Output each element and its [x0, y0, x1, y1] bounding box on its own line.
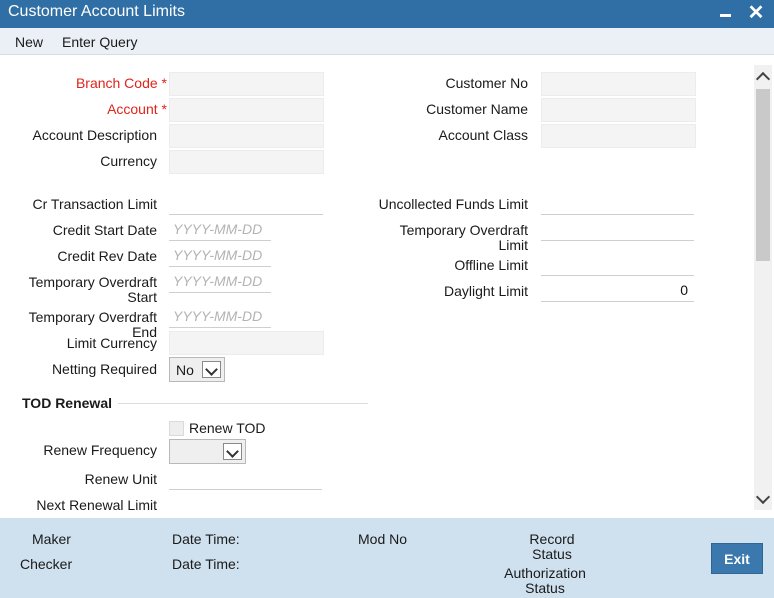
credit-start-date-label: Credit Start Date	[52, 222, 157, 238]
netting-required-value: No	[176, 362, 194, 378]
renew-unit-label: Renew Unit	[84, 471, 157, 487]
currency-field[interactable]	[169, 150, 324, 174]
scrollbar-thumb[interactable]	[756, 89, 770, 261]
credit-rev-date-input[interactable]: YYYY-MM-DD	[169, 243, 271, 267]
uncollected-funds-limit-label: Uncollected Funds Limit	[378, 196, 528, 212]
renew-frequency-select[interactable]	[169, 439, 246, 464]
close-icon[interactable]: ✕	[746, 3, 766, 23]
toolbar: New Enter Query	[0, 28, 774, 55]
chevron-down-icon	[202, 361, 221, 378]
chevron-down-icon	[223, 443, 242, 460]
branch-code-field[interactable]	[169, 72, 324, 96]
mod-no-label: Mod No	[358, 531, 408, 547]
credit-rev-date-label: Credit Rev Date	[57, 248, 157, 264]
window-title: Customer Account Limits	[8, 3, 185, 20]
maker-label: Maker	[32, 531, 71, 547]
currency-label: Currency	[100, 153, 157, 169]
offline-limit-label: Offline Limit	[454, 257, 528, 273]
account-class-field[interactable]	[541, 124, 696, 148]
daylight-limit-input[interactable]: 0	[541, 278, 694, 302]
vertical-scrollbar[interactable]	[754, 65, 772, 510]
account-class-label: Account Class	[438, 127, 528, 143]
form-content: Branch Code * Account * Account Descript…	[0, 55, 774, 518]
scroll-up-icon[interactable]	[754, 67, 772, 85]
enter-query-button[interactable]: Enter Query	[62, 34, 137, 50]
uncollected-funds-limit-input[interactable]	[541, 191, 694, 215]
new-button[interactable]: New	[15, 34, 43, 50]
credit-start-date-input[interactable]: YYYY-MM-DD	[169, 217, 271, 241]
scroll-down-icon[interactable]	[754, 490, 772, 508]
account-description-field[interactable]	[169, 124, 324, 148]
temporary-overdraft-limit-input[interactable]	[541, 217, 694, 241]
title-bar: Customer Account Limits ✕	[0, 0, 774, 28]
next-renewal-limit-label: Next Renewal Limit	[36, 497, 157, 513]
renew-tod-checkbox[interactable]	[169, 421, 184, 436]
account-label: Account *	[107, 101, 167, 117]
customer-name-field[interactable]	[541, 98, 696, 122]
customer-no-field[interactable]	[541, 72, 696, 96]
temporary-overdraft-end-input[interactable]: YYYY-MM-DD	[169, 304, 271, 328]
checker-label: Checker	[20, 556, 73, 572]
temporary-overdraft-start-label: Temporary Overdraft Start	[28, 274, 157, 305]
cr-transaction-limit-input[interactable]	[169, 191, 323, 215]
tod-renewal-section-title: TOD Renewal	[22, 395, 112, 411]
netting-required-label: Netting Required	[51, 361, 157, 377]
cr-transaction-limit-label: Cr Transaction Limit	[32, 196, 157, 212]
branch-code-label: Branch Code *	[75, 75, 167, 91]
authorization-status-label: Authorization Status	[504, 565, 586, 596]
renew-unit-input[interactable]	[169, 466, 322, 490]
maker-date-time-label: Date Time:	[172, 531, 240, 547]
exit-button[interactable]: Exit	[711, 543, 763, 574]
renew-tod-label: Renew TOD	[189, 420, 266, 436]
temporary-overdraft-start-input[interactable]: YYYY-MM-DD	[169, 269, 271, 293]
customer-name-label: Customer Name	[426, 101, 528, 117]
temporary-overdraft-limit-label: Temporary Overdraft Limit	[399, 222, 528, 253]
record-status-label: Record Status	[529, 531, 575, 562]
checker-date-time-label: Date Time:	[172, 556, 240, 572]
audit-footer: Maker Checker Date Time: Date Time: Mod …	[0, 518, 774, 598]
account-description-label: Account Description	[32, 127, 157, 143]
renew-frequency-label: Renew Frequency	[43, 442, 157, 458]
daylight-limit-label: Daylight Limit	[443, 283, 528, 299]
limit-currency-field[interactable]	[169, 331, 324, 355]
section-divider	[118, 403, 368, 404]
limit-currency-label: Limit Currency	[66, 335, 157, 351]
minimize-icon[interactable]	[716, 3, 736, 23]
netting-required-select[interactable]: No	[169, 357, 225, 382]
account-field[interactable]	[169, 98, 324, 122]
customer-no-label: Customer No	[445, 75, 528, 91]
offline-limit-input[interactable]	[541, 252, 694, 276]
